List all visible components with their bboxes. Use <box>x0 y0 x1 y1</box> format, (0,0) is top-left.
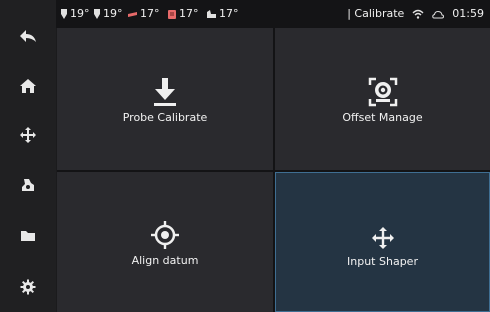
extruder2-temp-value: 19° <box>103 7 123 20</box>
offset-manage-button[interactable]: Offset Manage <box>275 28 490 170</box>
clock: 01:59 <box>452 7 484 20</box>
move-button[interactable] <box>0 113 56 157</box>
wifi-icon <box>412 9 424 19</box>
extruder2-temp[interactable]: 19° <box>93 7 123 21</box>
chamber-icon <box>168 9 176 19</box>
page-title: | Calibrate <box>347 7 405 20</box>
probe-calibrate-label: Probe Calibrate <box>122 111 208 124</box>
back-arrow-icon <box>20 30 36 42</box>
offset-camera-icon <box>368 77 397 107</box>
files-button[interactable] <box>0 214 56 258</box>
chamber-temp[interactable]: 17° <box>167 7 199 21</box>
move-icon <box>20 127 36 143</box>
input-shaper-button[interactable]: Input Shaper <box>275 172 490 312</box>
offset-manage-label: Offset Manage <box>342 111 423 124</box>
home-button[interactable] <box>0 64 56 108</box>
chamber-temp-value: 17° <box>179 7 199 20</box>
home-icon <box>20 79 36 93</box>
status-bar: 19° 19° 17° 17° 17° | Calibrate 01:59 <box>56 0 490 28</box>
settings-button[interactable] <box>0 265 56 309</box>
align-datum-label: Align datum <box>131 254 199 267</box>
calibrate-menu: Probe Calibrate Offset Manage Align datu… <box>57 28 490 312</box>
extruder-icon <box>61 8 67 19</box>
mcu-temp[interactable]: 17° <box>206 7 239 21</box>
align-datum-button[interactable]: Align datum <box>57 172 273 312</box>
probe-down-arrow-icon <box>154 78 176 106</box>
cloud-icon <box>432 10 445 18</box>
extruder1-temp-value: 19° <box>70 7 90 20</box>
mcu-temp-value: 17° <box>219 7 239 20</box>
extrude-icon <box>22 179 34 191</box>
crosshair-target-icon <box>151 221 179 249</box>
move-arrows-icon <box>371 227 394 249</box>
folder-icon <box>21 231 35 241</box>
mcu-icon <box>207 10 216 18</box>
bed-temp[interactable]: 17° <box>127 7 160 21</box>
heated-bed-icon <box>128 11 137 17</box>
back-button[interactable] <box>0 14 56 58</box>
settings-icon <box>20 279 36 295</box>
input-shaper-label: Input Shaper <box>347 255 418 268</box>
extruder1-temp[interactable]: 19° <box>60 7 90 21</box>
extruder-icon <box>94 8 100 19</box>
status-right: | Calibrate 01:59 <box>347 7 484 21</box>
extrude-button[interactable] <box>0 163 56 207</box>
sidebar <box>0 0 56 312</box>
probe-calibrate-button[interactable]: Probe Calibrate <box>57 28 273 170</box>
bed-temp-value: 17° <box>140 7 160 20</box>
